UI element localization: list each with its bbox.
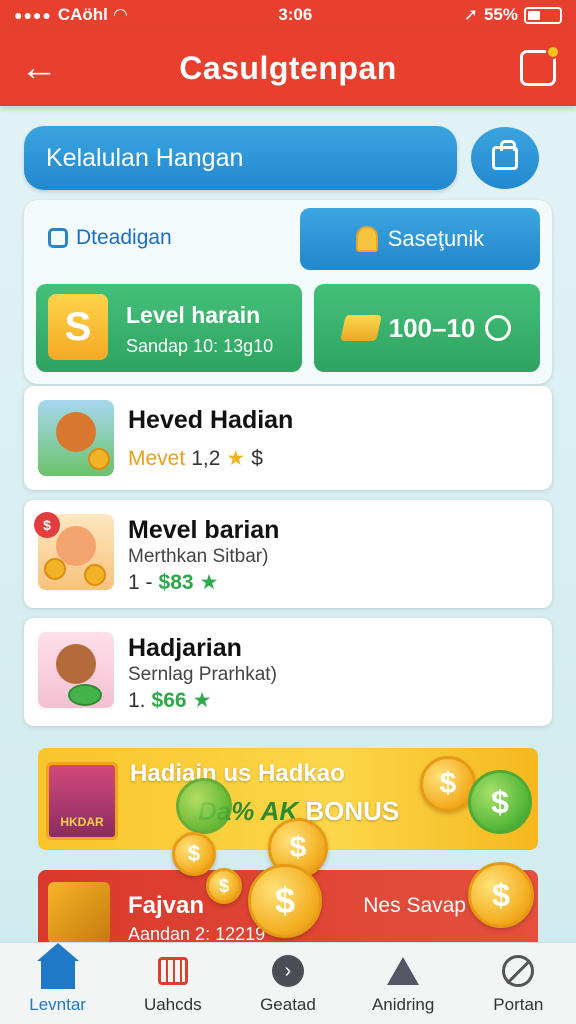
level-title: Level harain [126, 302, 261, 328]
claim-button-label: Saseţunik [387, 226, 485, 251]
rewards-panel: Dteadigan Saseţunik S Level harain Sanda… [24, 200, 552, 384]
coin-icon: $ [172, 832, 216, 876]
bottom-tab-bar: Levntar Uahcds › Geatad Anidring Portan [0, 942, 576, 1024]
status-bar: ●●●● CAöhl ◠ 3:06 ➚ 55% [0, 0, 576, 30]
item-title: Hadjarian [128, 634, 242, 662]
home-icon [36, 942, 79, 989]
tab-levntar[interactable]: Levntar [3, 942, 113, 1015]
refresh-icon [485, 315, 512, 341]
item-count: 1. [128, 688, 146, 712]
green-coin-icon: $ [468, 770, 532, 834]
status-time: 3:06 [278, 5, 313, 24]
tab-label: Portan [493, 994, 544, 1014]
calendar-icon [157, 956, 188, 985]
list-item[interactable]: Heved Hadian Mevet 1,2 ★ $ [24, 386, 552, 490]
item-count: 1 - [128, 570, 153, 594]
item-title: Mevel barian [128, 516, 280, 544]
bag-icon [492, 140, 518, 170]
page-title: Casulgtenpan [179, 49, 397, 86]
hamster-image: HKDAR [46, 762, 118, 840]
money-stack-icon [68, 684, 102, 706]
bonus-word: BONUS [305, 796, 400, 826]
search-bar[interactable]: Kelalulan Hangan [24, 126, 457, 190]
level-card[interactable]: S Level harain Sandap 10: 13g10 [36, 284, 302, 372]
coin-icon [84, 564, 106, 586]
carrier-label: CAöhl [57, 5, 108, 24]
item-currency: $ [251, 446, 263, 470]
coin-icon [44, 558, 66, 580]
gift-icon [48, 228, 68, 248]
bear-thumbnail [38, 400, 114, 476]
battery-icon [523, 6, 562, 24]
promo-title: Fajvan [128, 892, 205, 919]
item-level: Mevet [128, 446, 186, 470]
coin-icon [88, 448, 110, 470]
wifi-icon: ◠ [113, 5, 127, 24]
treasure-image [48, 882, 110, 944]
tab-label: Uahcds [143, 994, 202, 1014]
battery-percent: 55% [483, 5, 518, 24]
gold-bar-icon [339, 315, 382, 341]
coin-balance-card[interactable]: 100–10 [314, 284, 540, 372]
family-thumbnail [38, 632, 114, 708]
mountain-icon [387, 956, 420, 985]
item-price: $83 [158, 570, 194, 594]
coin-icon: $ [468, 862, 534, 928]
tab-geatad[interactable]: › Geatad [233, 953, 343, 1015]
star-icon: ★ [199, 571, 219, 594]
banner-image-label: HKDAR [60, 815, 104, 829]
tab-uahcds[interactable]: Uahcds [118, 953, 228, 1015]
tab-label: Levntar [29, 994, 86, 1014]
tab-label: Anidring [371, 994, 435, 1014]
item-subtitle: Sernlag Prarhkat) [128, 664, 277, 685]
dollar-badge-icon: $ [34, 512, 60, 538]
green-coin-icon [176, 778, 232, 834]
coin-icon: $ [248, 864, 322, 938]
signal-icon: ●●●● [14, 7, 52, 23]
notification-dot-icon [546, 45, 560, 59]
coin-balance: 100–10 [388, 312, 476, 343]
promo-action: Nes Savap [363, 894, 466, 917]
location-icon: ➚ [463, 5, 478, 24]
panel-label-text: Dteadigan [76, 226, 172, 249]
shop-button[interactable] [471, 127, 539, 189]
tab-portan[interactable]: Portan [463, 953, 573, 1015]
coin-icon: $ [206, 868, 242, 904]
item-rating: 1,2 [191, 446, 221, 470]
list-item[interactable]: Hadjarian Sernlag Prarhkat) 1. $66 ★ [24, 618, 552, 726]
pin-icon [355, 226, 378, 252]
family-face-icon [56, 644, 96, 684]
item-subtitle: Merthkan Sitbar) [128, 546, 269, 567]
level-subtitle: Sandap 10: 13g10 [126, 336, 274, 356]
claim-button[interactable]: Saseţunik [300, 208, 540, 270]
bear-face-icon [56, 412, 96, 452]
compass-icon [502, 954, 535, 987]
search-text: Kelalulan Hangan [46, 143, 244, 172]
panel-label[interactable]: Dteadigan [48, 226, 172, 250]
item-price: $66 [151, 688, 187, 712]
star-icon: ★ [192, 689, 212, 712]
item-title: Heved Hadian [128, 406, 294, 434]
notification-button[interactable] [520, 45, 560, 86]
list-item[interactable]: $ Mevel barian Merthkan Sitbar) 1 - $83 … [24, 500, 552, 608]
app-bar: ← Casulgtenpan [0, 30, 576, 106]
chevron-circle-icon: › [271, 954, 304, 987]
back-arrow-icon[interactable]: ← [20, 48, 62, 90]
tab-anidring[interactable]: Anidring [348, 953, 458, 1015]
dollar-box-icon: S [48, 294, 108, 360]
tab-label: Geatad [260, 994, 316, 1014]
star-icon: ★ [226, 447, 246, 470]
banner-title: Hadiain us Hadkao [130, 760, 345, 787]
